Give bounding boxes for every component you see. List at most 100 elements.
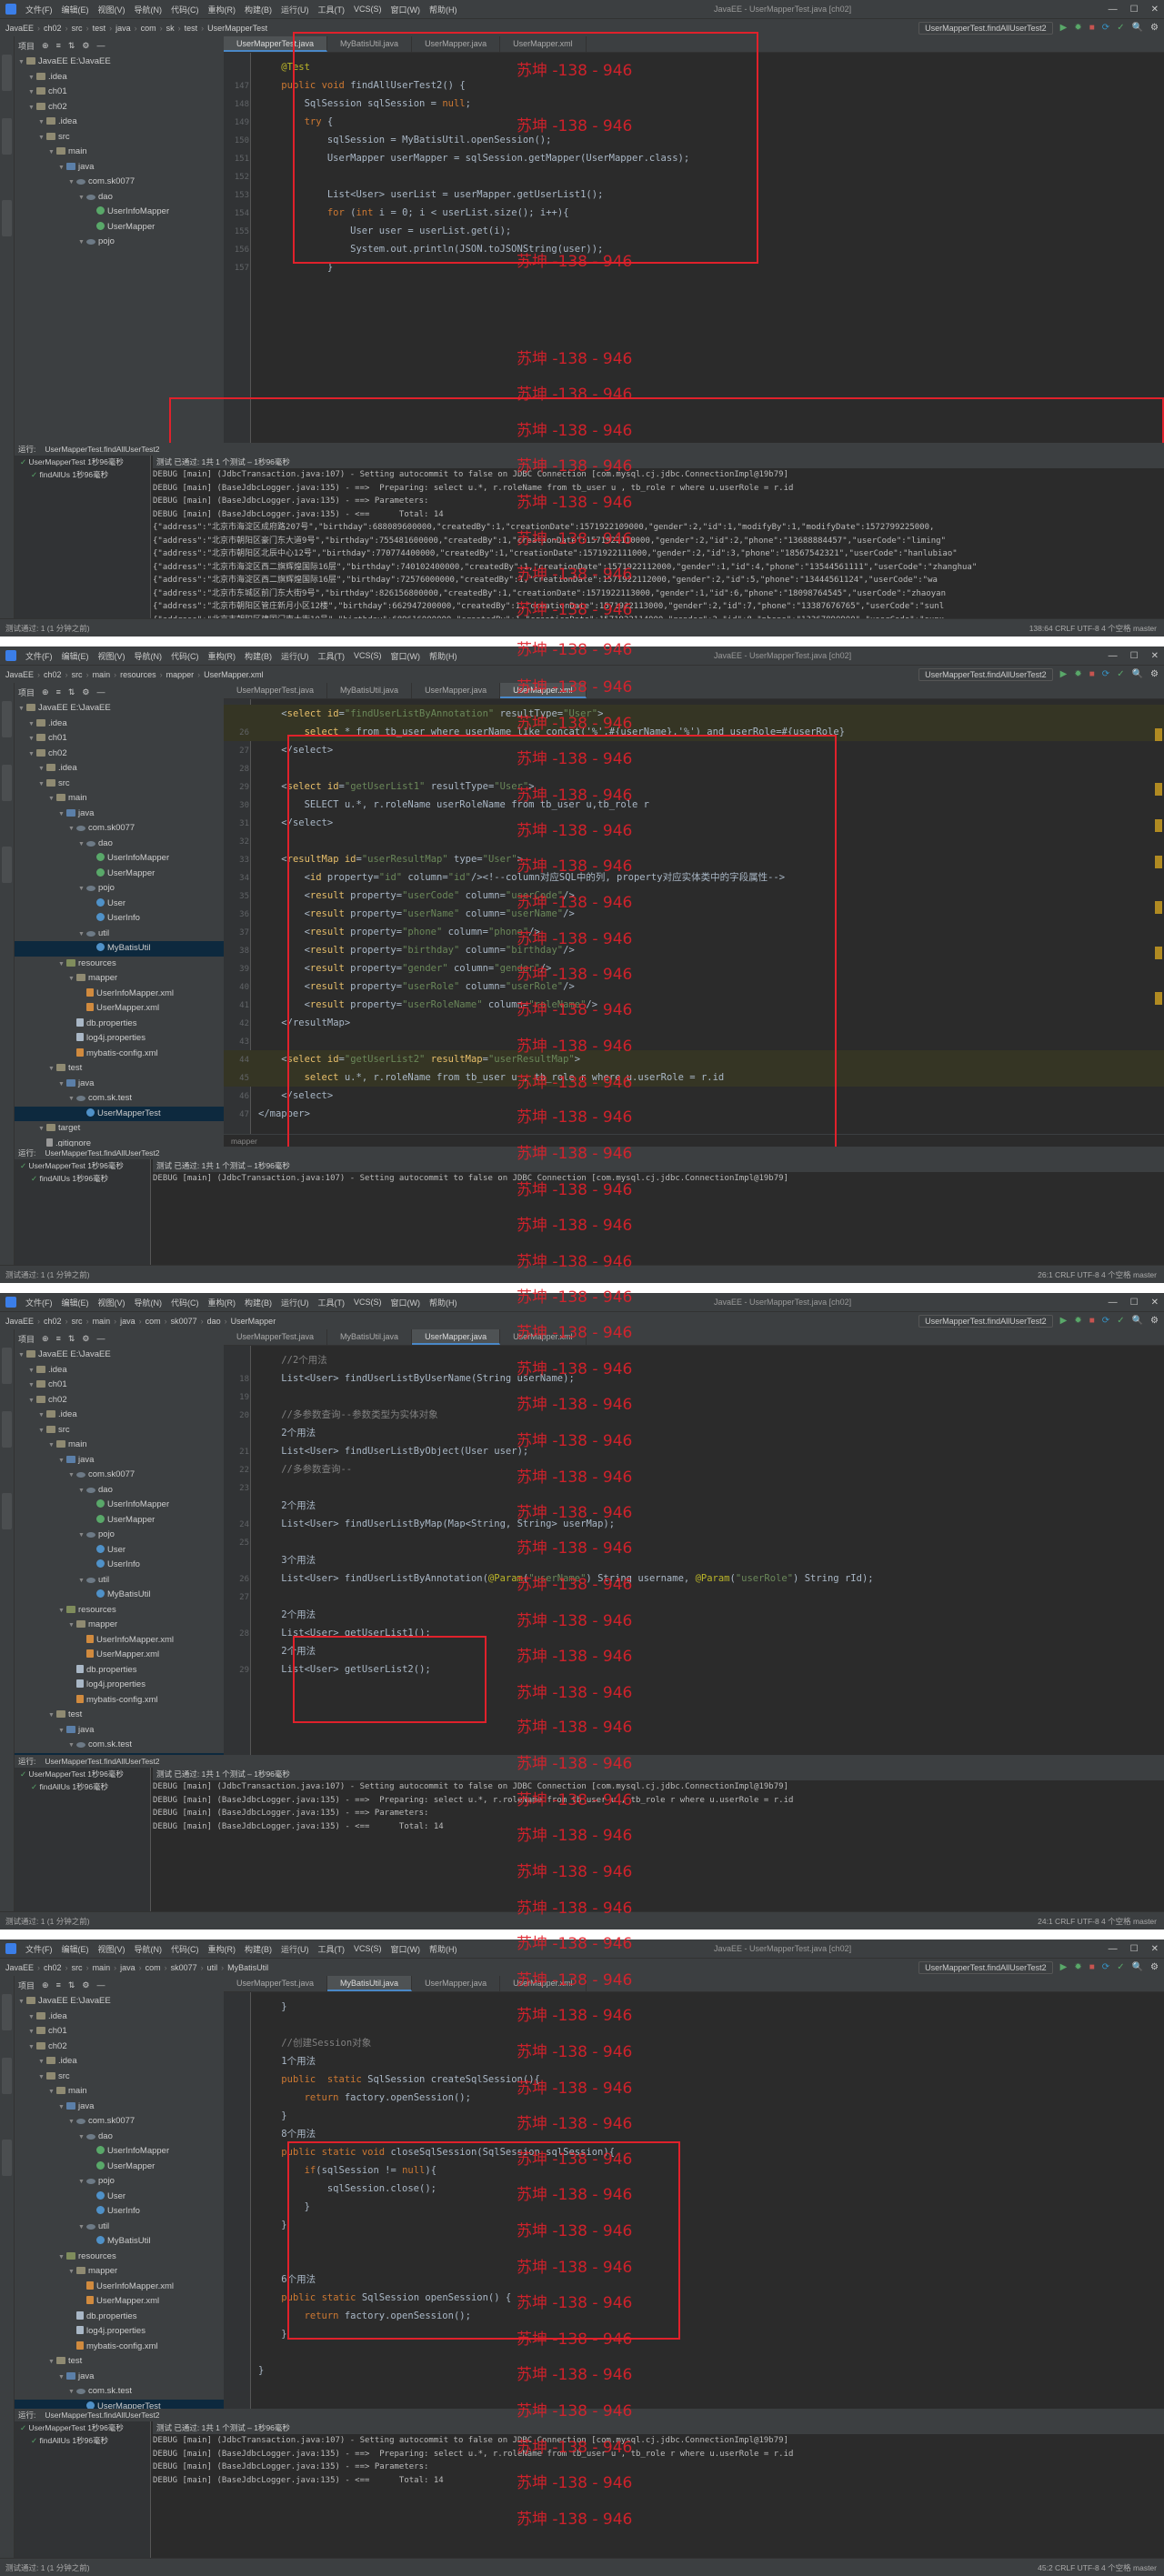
expand-arrow-icon[interactable]: ▼ — [58, 1454, 66, 1469]
project-tree-node[interactable]: ▼ java — [15, 2100, 224, 2115]
project-tree-node[interactable]: UserInfo — [15, 911, 224, 927]
test-result-node[interactable]: ✓ UserMapperTest 1秒96毫秒 — [15, 1768, 150, 1780]
project-tree-node[interactable]: ▼ com.sk.test — [15, 1091, 224, 1107]
menu-item[interactable]: VCS(S) — [354, 1944, 382, 1953]
structure-tool-tab[interactable] — [2, 200, 12, 236]
editor-tab[interactable]: MyBatisUtil.java — [327, 36, 413, 52]
sort-icon[interactable]: ⇅ — [68, 41, 75, 51]
project-tree-node[interactable]: ▼ test — [15, 1708, 224, 1723]
expand-arrow-icon[interactable]: ▼ — [68, 2115, 76, 2130]
menu-item[interactable]: 工具(T) — [318, 1297, 346, 1308]
project-tree-node[interactable]: UserInfo — [15, 1558, 224, 1573]
menu-item[interactable]: 视图(V) — [98, 1297, 125, 1308]
expand-arrow-icon[interactable]: ▼ — [38, 2070, 46, 2086]
expand-arrow-icon[interactable]: ▼ — [58, 161, 66, 176]
project-tree-node[interactable]: ▼ .idea — [15, 1408, 224, 1423]
console-output[interactable]: DEBUG [main] (JdbcTransaction.java:107) … — [153, 1780, 1164, 1911]
menu-item[interactable]: VCS(S) — [354, 5, 382, 14]
stop-icon[interactable]: ■ — [1089, 669, 1095, 679]
menu-item[interactable]: 代码(C) — [171, 1943, 199, 1955]
settings-icon[interactable]: ⚙ — [1150, 23, 1159, 33]
breadcrumb-item[interactable]: java — [115, 24, 131, 33]
settings-icon[interactable]: ⚙ — [1150, 1962, 1159, 1972]
menu-item[interactable]: VCS(S) — [354, 651, 382, 660]
menu-item[interactable]: 窗口(W) — [391, 4, 421, 15]
project-tree-node[interactable]: UserInfoMapper — [15, 2144, 224, 2160]
sort-icon[interactable]: ⇅ — [68, 1980, 75, 1990]
expand-arrow-icon[interactable]: ▼ — [28, 101, 36, 116]
minimize-icon[interactable]: — — [1109, 5, 1118, 15]
project-tree-node[interactable]: UserInfoMapper — [15, 851, 224, 867]
project-tree-node[interactable]: ▼ ch01 — [15, 2024, 224, 2040]
stop-icon[interactable]: ■ — [1089, 1962, 1095, 1972]
project-tree-node[interactable]: UserMapper.xml — [15, 1001, 224, 1017]
run-config-tab[interactable]: UserMapperTest.findAllUserTest2 — [45, 1757, 159, 1766]
expand-arrow-icon[interactable]: ▼ — [28, 71, 36, 86]
expand-arrow-icon[interactable]: ▼ — [68, 2385, 76, 2401]
expand-arrow-icon[interactable]: ▼ — [48, 2085, 56, 2100]
debug-icon[interactable]: ✹ — [1074, 1962, 1081, 1972]
project-tree-node[interactable]: ▼ target — [15, 1121, 224, 1137]
expand-arrow-icon[interactable]: ▼ — [28, 1394, 36, 1409]
update-icon[interactable]: ⟳ — [1102, 669, 1109, 679]
console-output[interactable]: DEBUG [main] (JdbcTransaction.java:107) … — [153, 468, 1164, 618]
expand-arrow-icon[interactable]: ▼ — [28, 2025, 36, 2040]
project-tree-node[interactable]: db.properties — [15, 2310, 224, 2325]
editor-tab[interactable]: UserMapper.xml — [500, 36, 587, 52]
locate-icon[interactable]: ⊕ — [42, 687, 49, 697]
bookmarks-tool-tab[interactable] — [2, 1411, 12, 1448]
expand-arrow-icon[interactable]: ▼ — [78, 927, 86, 943]
project-tree-node[interactable]: ▼ pojo — [15, 2174, 224, 2190]
breadcrumb-item[interactable]: src — [72, 670, 83, 679]
project-tree-node[interactable]: UserInfoMapper.xml — [15, 2280, 224, 2295]
expand-arrow-icon[interactable]: ▼ — [78, 1574, 86, 1589]
project-tree-node[interactable]: UserInfoMapper.xml — [15, 1633, 224, 1649]
project-tree-node[interactable]: UserMapper — [15, 220, 224, 236]
collapse-icon[interactable]: ≡ — [56, 1980, 61, 1990]
expand-arrow-icon[interactable]: ▼ — [28, 732, 36, 747]
menu-item[interactable]: 窗口(W) — [391, 1943, 421, 1955]
breadcrumb-item[interactable]: JavaEE — [5, 1963, 34, 1972]
editor-tab[interactable]: UserMapperTest.java — [224, 36, 328, 52]
expand-arrow-icon[interactable]: ▼ — [18, 702, 26, 717]
close-icon[interactable]: ✕ — [1151, 5, 1159, 15]
project-tree-node[interactable]: User — [15, 1543, 224, 1559]
menu-item[interactable]: 导航(N) — [135, 1943, 163, 1955]
expand-arrow-icon[interactable]: ▼ — [78, 191, 86, 206]
expand-arrow-icon[interactable]: ▼ — [78, 2175, 86, 2190]
project-tree-node[interactable]: UserMapper.xml — [15, 2294, 224, 2310]
gear-icon[interactable]: ⚙ — [82, 41, 89, 51]
project-tree-node[interactable]: ▼ JavaEE E:\JavaEE — [15, 701, 224, 717]
maximize-icon[interactable]: ☐ — [1130, 1298, 1139, 1308]
menu-item[interactable]: 文件(F) — [25, 4, 53, 15]
expand-arrow-icon[interactable]: ▼ — [18, 1348, 26, 1364]
project-tree-node[interactable]: ▼ java — [15, 1723, 224, 1739]
gear-icon[interactable]: ⚙ — [82, 687, 89, 697]
hide-icon[interactable]: — — [96, 41, 105, 50]
breadcrumb-item[interactable]: JavaEE — [5, 1317, 34, 1326]
maximize-icon[interactable]: ☐ — [1130, 1944, 1139, 1954]
menu-item[interactable]: 帮助(H) — [429, 4, 457, 15]
breadcrumb-item[interactable]: sk — [166, 24, 175, 33]
expand-arrow-icon[interactable]: ▼ — [58, 2250, 66, 2266]
menu-item[interactable]: 构建(B) — [245, 4, 272, 15]
menu-item[interactable]: 工具(T) — [318, 1943, 346, 1955]
project-tree-node[interactable]: db.properties — [15, 1663, 224, 1679]
menu-item[interactable]: 文件(F) — [25, 650, 53, 662]
project-tree-node[interactable]: ▼ ch02 — [15, 2040, 224, 2055]
menu-item[interactable]: 代码(C) — [171, 650, 199, 662]
test-result-node[interactable]: ✓ findAllUs 1秒96毫秒 — [15, 1172, 150, 1185]
project-tree-node[interactable]: ▼ java — [15, 807, 224, 822]
hide-icon[interactable]: — — [96, 1334, 105, 1343]
menu-item[interactable]: VCS(S) — [354, 1298, 382, 1307]
project-tree-node[interactable]: ▼ dao — [15, 2130, 224, 2145]
breadcrumb-item[interactable]: ch02 — [44, 670, 62, 679]
project-tree-node[interactable]: log4j.properties — [15, 1031, 224, 1047]
collapse-icon[interactable]: ≡ — [56, 687, 61, 697]
expand-arrow-icon[interactable]: ▼ — [18, 55, 26, 71]
project-tree-node[interactable]: ▼ resources — [15, 2250, 224, 2265]
expand-arrow-icon[interactable]: ▼ — [28, 747, 36, 763]
editor-tab[interactable]: UserMapper.java — [412, 1976, 501, 1991]
breadcrumb-item[interactable]: com — [141, 24, 156, 33]
search-icon[interactable]: 🔍 — [1132, 23, 1143, 33]
